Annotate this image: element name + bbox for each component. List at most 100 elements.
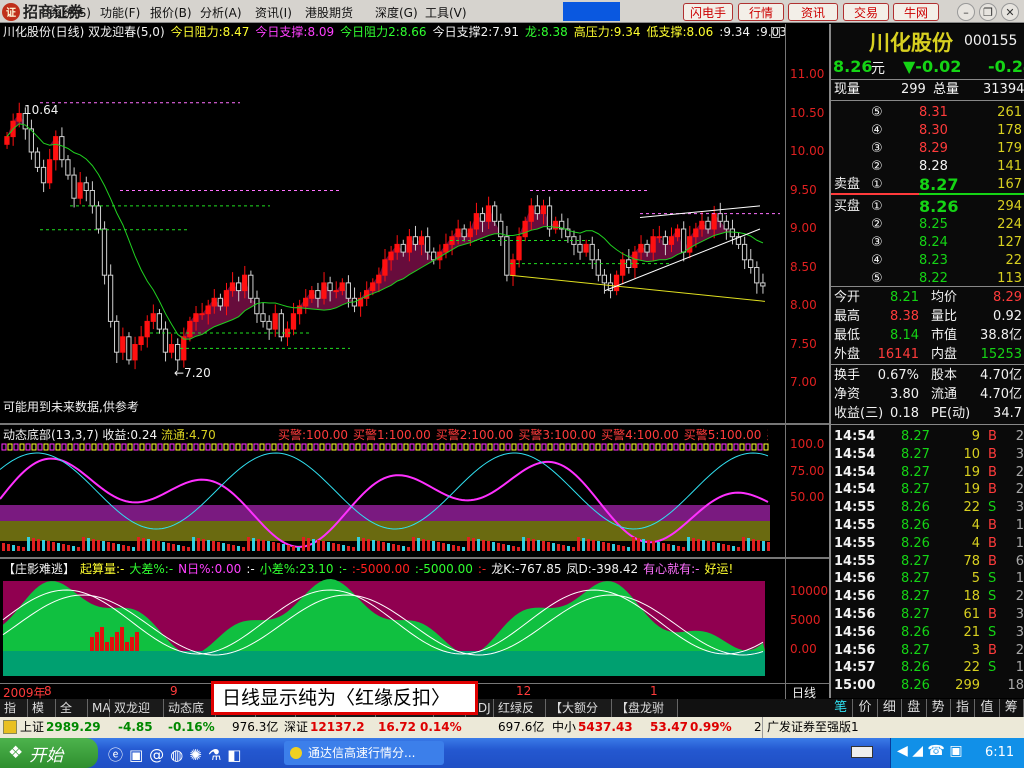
signal-marker — [271, 443, 277, 451]
indicator2-chart[interactable] — [0, 577, 785, 683]
indicator-bar — [537, 540, 540, 551]
indicator1-chart[interactable] — [0, 441, 785, 557]
menu-6[interactable]: 深度(G) — [375, 4, 418, 21]
indicator-bar — [352, 547, 355, 551]
bid-row[interactable]: ② 8.25 224 — [831, 216, 1024, 234]
quick-button-0[interactable]: 闪电手 — [683, 3, 733, 21]
indicator-tab[interactable]: 双龙迎春 — [110, 699, 164, 733]
indicator-bar — [77, 547, 80, 551]
candle-body — [321, 282, 327, 299]
stat-row: 外盘 16141 内盘 15253 — [834, 347, 1022, 362]
quick-button-2[interactable]: 资讯 — [788, 3, 838, 21]
ask-row[interactable]: ③ 8.29 179 — [831, 140, 1024, 158]
y-tick-label: 75.00 — [790, 464, 825, 478]
candle-body — [303, 297, 309, 307]
indicator2-item: 大差%:- — [129, 562, 174, 576]
candle-body — [540, 205, 547, 215]
expand-toggle[interactable] — [771, 27, 780, 38]
indicator-bar — [212, 541, 215, 551]
indicator-tab[interactable]: 红绿反扣 — [494, 699, 546, 733]
quick-button-3[interactable]: 交易 — [843, 3, 889, 21]
indicator-bar — [142, 538, 145, 551]
menu-0[interactable]: 系统(S) — [50, 4, 91, 21]
indicator-bar — [72, 546, 75, 551]
indicator-bar — [752, 539, 755, 551]
restore-button[interactable]: ❐ — [979, 3, 997, 21]
minimize-button[interactable]: – — [957, 3, 975, 21]
tray-icons[interactable]: ◀ ◢ ☎ ▣ — [897, 743, 963, 759]
candle-body — [95, 205, 102, 230]
keyboard-icon[interactable] — [851, 746, 873, 758]
signal-marker — [715, 443, 721, 451]
header-item: 今日阻力:8.47 — [170, 25, 250, 39]
indicator2-item: 龙K:-767.85 — [491, 562, 562, 576]
indicator-tab[interactable]: 动态底部 — [164, 699, 216, 733]
indicator-bar — [607, 543, 610, 551]
menu-2[interactable]: 报价(B) — [150, 4, 192, 21]
indicator-tab[interactable]: 指标 — [0, 699, 28, 733]
indicator-bar — [177, 545, 180, 551]
quick-launch-icons[interactable]: ⓔ▣@◍✺⚗◧ — [108, 744, 247, 765]
indicator-tab[interactable]: 【大额分析】 — [546, 699, 612, 733]
menu-7[interactable]: 工具(V) — [425, 4, 467, 21]
header-item: 今日支撑2:7.91 — [432, 25, 519, 39]
signal-marker — [523, 443, 529, 451]
candlestick-chart[interactable] — [0, 41, 785, 423]
bid-row[interactable]: ③ 8.24 127 — [831, 234, 1024, 252]
indicator-bar — [672, 545, 675, 551]
candle-body — [199, 313, 205, 316]
quote-tab[interactable]: 筹 — [999, 699, 1024, 717]
quote-tab[interactable]: 盘 — [902, 699, 927, 717]
signal-marker — [277, 443, 283, 451]
menu-3[interactable]: 分析(A) — [200, 4, 242, 21]
candle-body — [400, 243, 406, 253]
menu-4[interactable]: 资讯(I) — [255, 4, 292, 21]
signal-marker — [739, 443, 745, 451]
ask-row[interactable]: ④ 8.30 178 — [831, 122, 1024, 140]
signal-marker — [25, 443, 31, 451]
indicator-tab[interactable]: MA — [88, 699, 111, 717]
signal-marker — [241, 443, 247, 451]
indicator-bar — [227, 544, 230, 551]
indicator-bar — [292, 546, 295, 551]
signal-marker — [355, 443, 361, 451]
quote-tab[interactable]: 价 — [853, 699, 878, 717]
menu-1[interactable]: 功能(F) — [100, 4, 140, 21]
close-button[interactable]: ✕ — [1001, 3, 1019, 21]
menu-5[interactable]: 港股期货 — [305, 4, 353, 21]
signal-marker — [223, 443, 229, 451]
signal-marker — [373, 443, 379, 451]
indicator-bar — [482, 540, 485, 551]
quote-tab[interactable]: 值 — [975, 699, 1000, 717]
quote-tab[interactable]: 势 — [926, 699, 951, 717]
indicator-bar — [507, 545, 510, 551]
ask-row[interactable]: ⑤ 8.31 261 — [831, 104, 1024, 122]
indicator-tab[interactable]: 【盘龙驸凤】 — [612, 699, 678, 733]
indicator-bar — [427, 540, 430, 551]
bid-row[interactable]: 买盘 ① 8.26 294 — [831, 198, 1024, 216]
quick-button-4[interactable]: 牛网 — [893, 3, 939, 21]
ask-row[interactable]: ② 8.28 141 — [831, 158, 1024, 176]
candle-body — [59, 136, 65, 161]
candle-body — [491, 205, 498, 222]
quick-button-1[interactable]: 行情 — [738, 3, 784, 21]
ask-row[interactable]: 卖盘 ① 8.27 167 — [831, 176, 1024, 194]
quote-tab[interactable]: 指 — [950, 699, 976, 717]
taskbar-item[interactable]: 通达信高速行情分... — [284, 741, 444, 765]
quote-tab[interactable]: 细 — [877, 699, 903, 717]
indicator-bar — [582, 538, 585, 551]
signal-marker — [37, 443, 43, 451]
indicator-bar — [517, 547, 520, 551]
indicator-tab[interactable]: 全部 — [56, 699, 88, 733]
signal-marker — [457, 443, 463, 451]
signal-marker — [49, 443, 55, 451]
signal-marker — [643, 443, 649, 451]
bid-row[interactable]: ④ 8.23 22 — [831, 252, 1024, 270]
indicator-bar — [277, 543, 280, 551]
quote-tab[interactable]: 笔 — [829, 699, 854, 717]
indicator-bar — [7, 544, 10, 551]
start-button[interactable]: ❖ 开始 — [0, 738, 98, 768]
indicator-tab[interactable]: 模板 — [28, 699, 56, 733]
indicator-bar — [42, 540, 45, 551]
signal-marker — [169, 443, 175, 451]
